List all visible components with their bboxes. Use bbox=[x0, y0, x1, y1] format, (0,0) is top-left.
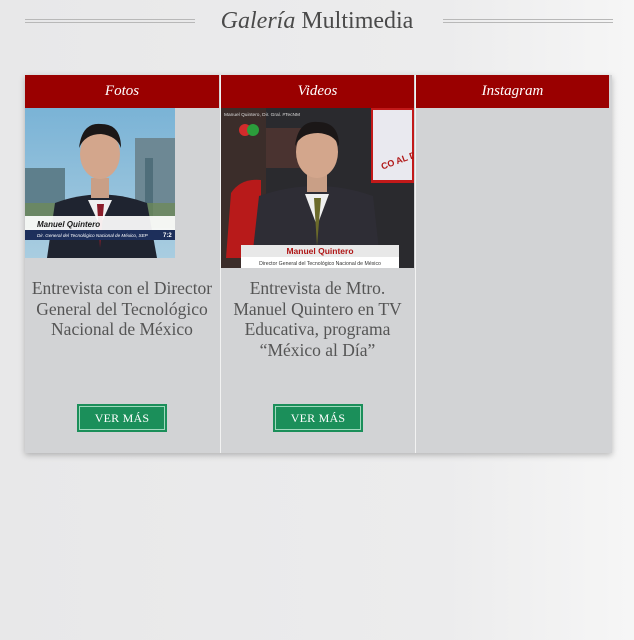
tab-photos[interactable]: Fotos bbox=[25, 75, 219, 108]
svg-text:7:2: 7:2 bbox=[163, 233, 172, 239]
title-italic: Galería bbox=[220, 8, 296, 34]
video-thumbnail[interactable]: CO AL DÍ Manuel Quintero Director Genera… bbox=[221, 108, 414, 268]
see-more-photos-button[interactable]: VER MÁS bbox=[77, 404, 167, 432]
tab-videos[interactable]: Videos bbox=[221, 75, 414, 108]
svg-text:Manuel Quintero: Manuel Quintero bbox=[37, 220, 100, 229]
photo-caption[interactable]: Entrevista con el Director General del T… bbox=[25, 278, 219, 340]
svg-text:Dir. General del Tecnológico N: Dir. General del Tecnológico Nacional de… bbox=[37, 233, 149, 238]
photos-column: Fotos Manuel Quintero Dir. General del T… bbox=[25, 75, 219, 453]
tab-instagram[interactable]: Instagram bbox=[416, 75, 609, 108]
video-caption[interactable]: Entrevista de Mtro. Manuel Quintero en T… bbox=[221, 278, 414, 360]
photo-image: Manuel Quintero Dir. General del Tecnoló… bbox=[25, 108, 175, 258]
instagram-column: Instagram bbox=[416, 75, 609, 453]
video-image: CO AL DÍ Manuel Quintero Director Genera… bbox=[221, 108, 414, 268]
svg-text:Director General del Tecnológi: Director General del Tecnológico Naciona… bbox=[259, 261, 381, 267]
svg-text:Manuel Quintero: Manuel Quintero bbox=[286, 246, 353, 256]
videos-column: Videos CO AL DÍ Manuel Quintero Director… bbox=[221, 75, 414, 453]
photo-thumbnail[interactable]: Manuel Quintero Dir. General del Tecnoló… bbox=[25, 108, 175, 258]
title-divider-right bbox=[443, 19, 613, 23]
title-rest: Multimedia bbox=[301, 8, 414, 34]
see-more-videos-button[interactable]: VER MÁS bbox=[273, 404, 363, 432]
section-title-row: Galería Multimedia bbox=[0, 6, 634, 36]
media-gallery-panel: Fotos Manuel Quintero Dir. General del T… bbox=[25, 75, 612, 453]
svg-text:Manuel Quintero, Dir. Gral. #T: Manuel Quintero, Dir. Gral. #TecNM bbox=[224, 112, 300, 118]
